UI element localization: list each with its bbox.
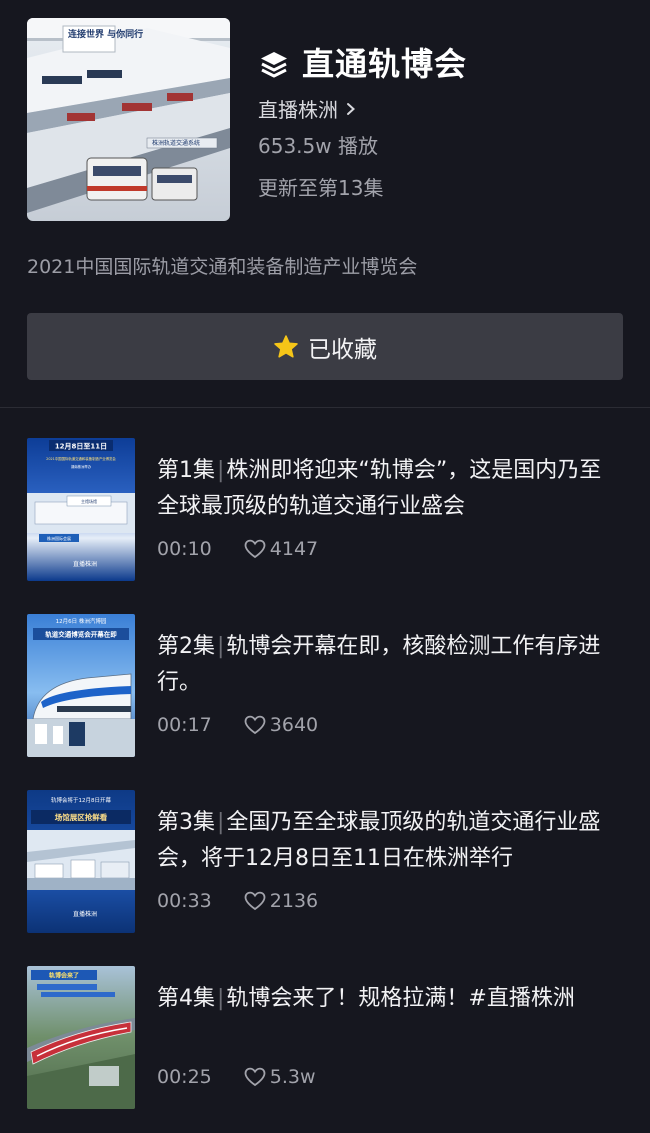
section-divider [0, 407, 650, 408]
thumb-brand-text: 直播株洲 [73, 560, 97, 568]
thumb-sub2-text: 湖南株洲举办 [71, 464, 92, 469]
episode-meta: 00:10 4147 [157, 538, 318, 560]
episode-item[interactable]: 12月8日至11日 2021中国国际轨道交通和装备制造产业博览会 湖南株洲举办 … [0, 438, 650, 586]
episode-title: 第2集|轨博会开幕在即，核酸检测工作有序进行。 [157, 629, 605, 701]
thumb-badge-text: 株洲国际会展 [47, 535, 71, 541]
episode-duration: 00:25 [157, 1066, 212, 1088]
thumb-title-text: 轨道交通博览会开幕在即 [45, 630, 117, 639]
thumb-sign-text: 主馆场馆 [81, 498, 97, 504]
chevron-right-icon [347, 102, 355, 115]
episode-number: 第2集 [157, 634, 215, 659]
episode-meta: 00:17 3640 [157, 714, 318, 736]
episode-title: 第3集|全国乃至全球最顶级的轨道交通行业盛会，将于12月8日至11日在株洲举行 [157, 805, 605, 877]
play-count: 653.5w 播放 [258, 134, 378, 158]
heart-icon[interactable] [244, 715, 266, 735]
episode-number: 第3集 [157, 810, 215, 835]
heart-icon[interactable] [244, 891, 266, 911]
episode-separator: | [217, 810, 225, 835]
cover-sign-text: 连接世界 与你同行 [68, 28, 143, 40]
thumb-title-text: 场馆展区抢鲜看 [55, 812, 108, 822]
episode-thumbnail[interactable]: 轨博会将于12月8日开幕 场馆展区抢鲜看 直播株洲 [27, 790, 135, 933]
cover-shelf-text: 株洲轨道交通系统 [152, 139, 200, 147]
heart-icon[interactable] [244, 1067, 266, 1087]
thumb-sub-text: 2021中国国际轨道交通和装备制造产业博览会 [46, 456, 116, 461]
episode-likes: 2136 [269, 890, 319, 912]
episode-separator: | [217, 986, 225, 1011]
episode-thumbnail[interactable]: 12月6日 株洲汽博园 轨道交通博览会开幕在即 [27, 614, 135, 757]
episode-thumbnail[interactable]: 12月8日至11日 2021中国国际轨道交通和装备制造产业博览会 湖南株洲举办 … [27, 438, 135, 581]
episode-likes: 3640 [269, 714, 319, 736]
heart-icon[interactable] [244, 539, 266, 559]
channel-link[interactable]: 直播株洲 [258, 94, 356, 123]
episode-duration: 00:33 [157, 890, 212, 912]
episode-number: 第4集 [157, 986, 215, 1011]
thumb-date-text: 12月8日至11日 [55, 443, 107, 451]
episode-description: 轨博会来了！规格拉满！#直播株洲 [226, 986, 575, 1011]
episode-title: 第1集|株洲即将迎来“轨博会”，这是国内乃至全球最顶级的轨道交通行业盛会 [157, 453, 605, 525]
episode-number: 第1集 [157, 458, 215, 483]
collection-title-row: 直通轨博会 [258, 44, 467, 84]
star-icon [274, 334, 298, 358]
episode-separator: | [217, 634, 225, 659]
episode-separator: | [217, 458, 225, 483]
episode-title: 第4集|轨博会来了！规格拉满！#直播株洲 [157, 981, 605, 1017]
layers-icon [261, 52, 287, 78]
favorite-label: 已收藏 [308, 336, 377, 363]
thumb-brand-text: 直播株洲 [73, 910, 97, 918]
episode-duration: 00:10 [157, 538, 212, 560]
episode-likes: 4147 [269, 538, 319, 560]
collection-title: 直通轨博会 [302, 45, 468, 83]
channel-name: 直播株洲 [258, 98, 338, 122]
episode-thumbnail[interactable]: 轨博会来了 [27, 966, 135, 1109]
episode-item[interactable]: 轨博会来了 第4集|轨博会来了！规格拉满！#直播株洲 00:25 5.3w [0, 966, 650, 1114]
collection-page: 连接世界 与你同行 株洲轨道交通系统 直通轨博会 直播株洲 653.5w 播放 … [0, 0, 650, 1133]
episode-duration: 00:17 [157, 714, 212, 736]
favorite-button[interactable]: 已收藏 [27, 313, 623, 380]
episode-meta: 00:33 2136 [157, 890, 318, 912]
thumb-date-text: 轨博会将于12月8日开幕 [51, 796, 111, 804]
episode-meta: 00:25 5.3w [157, 1066, 316, 1088]
collection-cover-image[interactable]: 连接世界 与你同行 株洲轨道交通系统 [27, 18, 230, 221]
episode-item[interactable]: 轨博会将于12月8日开幕 场馆展区抢鲜看 直播株洲 第3集|全国乃至全球最顶级的… [0, 790, 650, 938]
episode-item[interactable]: 12月6日 株洲汽博园 轨道交通博览会开幕在即 第2集|轨博会开幕在即，核酸检测… [0, 614, 650, 762]
collection-description: 2021中国国际轨道交通和装备制造产业博览会 [27, 256, 418, 278]
update-status: 更新至第13集 [258, 176, 384, 200]
thumb-title-text: 轨博会来了 [49, 972, 79, 980]
episode-likes: 5.3w [269, 1066, 316, 1088]
thumb-date-text: 12月6日 株洲汽博园 [56, 617, 107, 625]
